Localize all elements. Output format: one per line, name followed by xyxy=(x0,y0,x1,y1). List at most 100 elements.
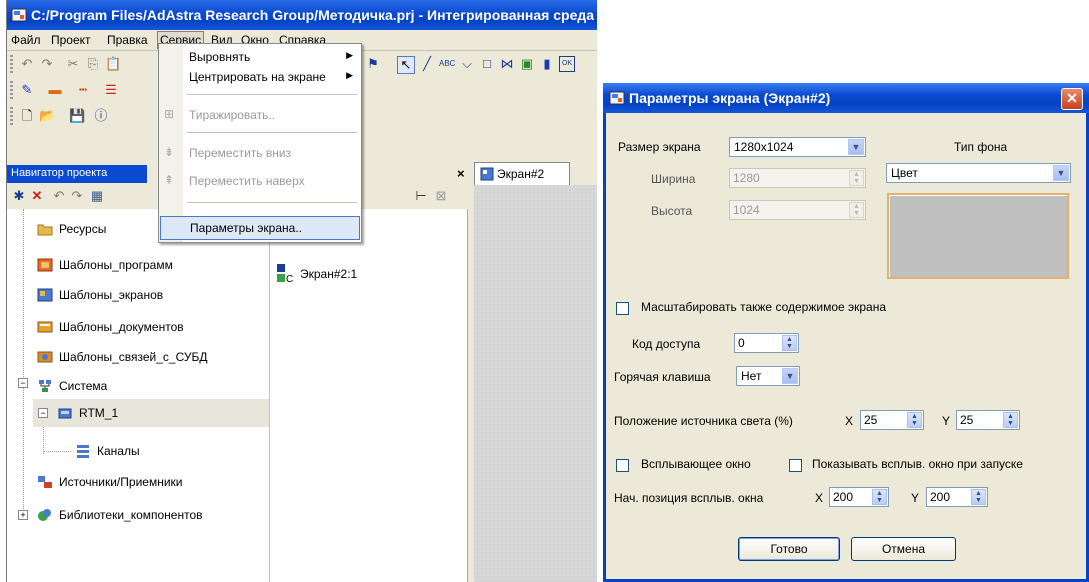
dialog-close-button[interactable]: ✕ xyxy=(1061,88,1083,110)
spinner-icon: ▲ ▼ xyxy=(782,335,797,351)
spinner-icon: ▲ ▼ xyxy=(1003,412,1018,428)
line-tool-icon[interactable]: ╱ xyxy=(419,56,435,72)
paste-icon[interactable]: 📋 xyxy=(105,56,121,72)
save-icon[interactable]: 💾 xyxy=(69,108,85,124)
select-pointer-icon[interactable]: ↖ xyxy=(397,56,415,74)
menu-item-align[interactable]: Выровнять ▶ xyxy=(159,46,361,68)
line-style-icon[interactable]: ┅ xyxy=(75,82,91,98)
screen-params-dialog xyxy=(603,83,1089,582)
nav-maximize-icon[interactable]: ⊠ xyxy=(433,188,449,204)
expand-system-icon[interactable]: − xyxy=(18,378,28,388)
light-x-field[interactable]: 25 ▲ ▼ xyxy=(860,410,924,430)
new-file-icon[interactable]: 🗋 xyxy=(19,108,35,124)
toolbar-row-3: 🗋 📂 💾 ⓘ xyxy=(7,103,157,129)
spinner-icon: ▲ ▼ xyxy=(971,489,986,505)
spinner-icon: ▲ ▼ xyxy=(872,489,887,505)
access-code-label: Код доступа xyxy=(632,337,701,351)
ide-title: C:/Program Files/AdAstra Research Group/… xyxy=(31,7,595,23)
bowtie-tool-icon[interactable]: ⋈ xyxy=(499,56,515,72)
access-code-field[interactable]: 0 ▲ ▼ xyxy=(734,333,799,353)
undo-icon[interactable]: ↶ xyxy=(19,56,35,72)
open-folder-icon[interactable]: 📂 xyxy=(39,108,55,124)
copy-icon[interactable]: ⎘ xyxy=(85,56,101,72)
ok-button[interactable]: Готово xyxy=(738,537,840,561)
light-position-label: Положение источника света (%) xyxy=(614,414,793,428)
text-tool-icon[interactable]: ABC xyxy=(439,56,455,72)
polyline-tool-icon[interactable]: ⌵ xyxy=(459,56,475,72)
menu-item-center[interactable]: Центрировать на экране ▶ xyxy=(159,66,361,88)
library-icon xyxy=(38,509,51,521)
template-screen-icon xyxy=(37,288,53,302)
ok-button-tool-icon[interactable]: OK xyxy=(559,56,575,72)
spinner-icon: ▲ ▼ xyxy=(849,170,864,186)
dialog-app-icon xyxy=(609,91,625,105)
submenu-arrow-icon: ▶ xyxy=(346,70,353,80)
nav-delete-icon[interactable]: ✕ xyxy=(29,188,45,204)
bg-type-label: Тип фона xyxy=(954,140,1008,154)
menu-item-move-down[interactable]: ⇟ Переместить вниз xyxy=(159,142,361,164)
screen-tab-icon xyxy=(480,167,494,181)
screen-size-select[interactable]: 1280x1024 ▼ xyxy=(729,137,866,157)
line-color-icon[interactable]: ▬ xyxy=(47,82,63,98)
spinner-icon: ▲ ▼ xyxy=(907,412,922,428)
nav-new-icon[interactable]: ✱ xyxy=(11,188,27,204)
redo-icon[interactable]: ↷ xyxy=(39,56,55,72)
toolbar-flag-icon[interactable]: ⚑ xyxy=(365,56,381,72)
chevron-down-icon: ▼ xyxy=(848,139,864,155)
nav-undo-icon[interactable]: ↶ xyxy=(51,188,67,204)
light-y-label: Y xyxy=(942,414,951,428)
replicate-icon: ⊞ xyxy=(164,107,175,121)
cut-icon[interactable]: ✂ xyxy=(65,56,81,72)
screen-canvas[interactable] xyxy=(474,185,597,582)
bg-type-select[interactable]: Цвет ▼ xyxy=(886,163,1071,183)
popup-x-field[interactable]: 200 ▲ ▼ xyxy=(829,487,889,507)
nav-pin-icon[interactable]: ⊢ xyxy=(413,188,429,204)
nav-properties-icon[interactable]: ▦ xyxy=(89,188,105,204)
system-icon xyxy=(39,380,51,392)
chevron-down-icon: ▼ xyxy=(782,368,798,384)
sources-icon xyxy=(38,476,52,488)
line-width-icon[interactable]: ☰ xyxy=(103,82,119,98)
hotkey-select[interactable]: Нет ▼ xyxy=(736,366,800,386)
show-popup-on-start-label: Показывать всплыв. окно при запуске xyxy=(812,457,1023,471)
navigator-title: Навигатор проекта xyxy=(11,167,108,179)
pen-color-icon[interactable]: ✎ xyxy=(19,82,35,98)
light-y-field[interactable]: 25 ▲ ▼ xyxy=(956,410,1020,430)
navigator-close-icon[interactable]: × xyxy=(457,166,465,181)
template-program-icon xyxy=(37,258,53,272)
hotkey-label: Горячая клавиша xyxy=(614,370,711,384)
nav-redo-icon[interactable]: ↷ xyxy=(69,188,85,204)
menu-item-replicate[interactable]: ⊞ Тиражировать.. xyxy=(159,104,361,126)
menu-edit[interactable]: Правка xyxy=(107,33,148,47)
popup-y-field[interactable]: 200 ▲ ▼ xyxy=(926,487,988,507)
width-label: Ширина xyxy=(651,172,696,186)
menu-item-screen-params[interactable]: Параметры экрана.. xyxy=(160,216,360,240)
folder-icon xyxy=(37,224,53,236)
tab-screen2[interactable]: Экран#2 xyxy=(474,162,570,185)
template-document-icon xyxy=(37,321,53,333)
rtm-icon xyxy=(58,408,72,419)
expand-library-icon[interactable]: + xyxy=(18,510,28,520)
bg-color-preview[interactable] xyxy=(887,193,1069,279)
height-field[interactable]: 1024 ▲ ▼ xyxy=(729,200,866,220)
popup-window-checkbox[interactable] xyxy=(616,459,629,472)
bar-tool-icon[interactable]: ▮ xyxy=(539,56,555,72)
dialog-title: Параметры экрана (Экран#2) xyxy=(629,90,831,106)
width-field[interactable]: 1280 ▲ ▼ xyxy=(729,168,866,188)
ide-titlebar: C:/Program Files/AdAstra Research Group/… xyxy=(7,0,597,30)
menu-file[interactable]: Файл xyxy=(11,33,41,47)
menu-project[interactable]: Проект xyxy=(51,33,91,47)
cancel-button[interactable]: Отмена xyxy=(851,537,956,561)
scale-content-checkbox[interactable] xyxy=(616,302,629,315)
rectangle-tool-icon[interactable]: □ xyxy=(479,56,495,72)
picture-tool-icon[interactable]: ▣ xyxy=(519,56,535,72)
expand-rtm1-icon[interactable]: − xyxy=(38,408,48,418)
spinner-icon: ▲ ▼ xyxy=(849,202,864,218)
info-icon[interactable]: ⓘ xyxy=(93,108,109,124)
screen-size-label: Размер экрана xyxy=(618,140,701,154)
menu-item-move-up[interactable]: ⇞ Переместить наверх xyxy=(159,170,361,192)
project-tree: Ресурсы Шаблоны_программ Шаблоны_экранов… xyxy=(7,209,270,582)
navigator-header: Навигатор проекта xyxy=(7,165,147,183)
show-popup-on-start-checkbox[interactable] xyxy=(789,459,802,472)
screen-list-pane: C Экран#2:1 xyxy=(270,209,468,582)
